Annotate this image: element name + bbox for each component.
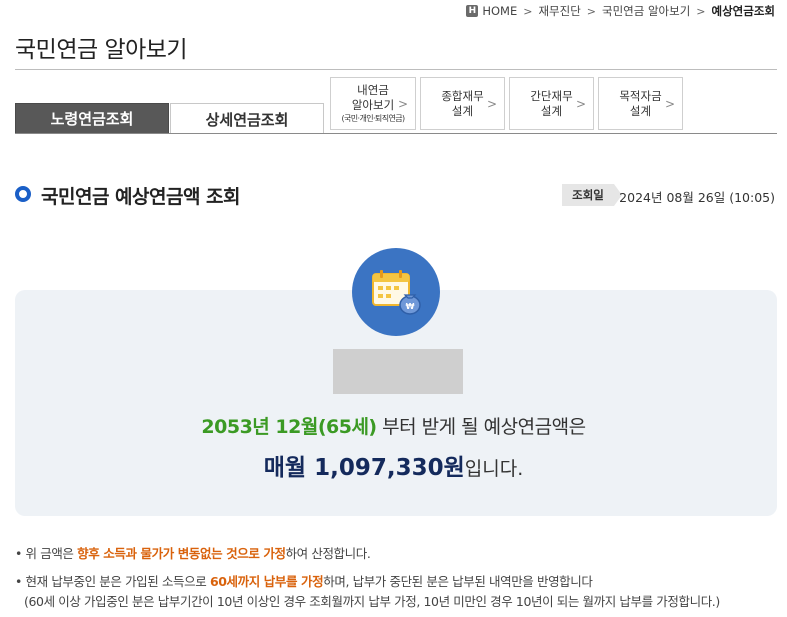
note-1-pre: 위 금액은 — [21, 546, 78, 561]
note-2-post: 하며, 납부가 중단된 분은 납부된 내역만을 반영합니다 — [323, 574, 593, 589]
title-divider — [15, 69, 777, 70]
chevron-right-icon: > — [664, 96, 675, 111]
simple-finance-line2: 설계 — [540, 103, 563, 118]
pension-amount: 매월 1,097,330원 — [263, 455, 465, 481]
my-pension-button-line1: 내연금 — [357, 83, 389, 97]
date-label: 조회일 — [562, 184, 622, 206]
tabs-divider — [15, 133, 777, 134]
my-pension-button-line2: 알아보기 — [351, 98, 395, 112]
goal-fund-button[interactable]: 목적자금 설계 > — [598, 77, 683, 130]
tab-old-age-pension[interactable]: 노령연금조회 — [15, 103, 169, 134]
chevron-right-icon: > — [523, 4, 533, 18]
comprehensive-finance-line1: 종합재무 — [441, 88, 484, 103]
svg-text:₩: ₩ — [406, 302, 415, 311]
simple-finance-button[interactable]: 간단재무 설계 > — [509, 77, 594, 130]
chevron-right-icon: > — [397, 96, 408, 111]
pension-start-rest: 부터 받게 될 예상연금액은 — [376, 416, 586, 438]
pension-start-date: 2053년 12월(65세) — [201, 416, 377, 438]
simple-finance-line1: 간단재무 — [530, 88, 573, 103]
note-assumption: • 위 금액은 향후 소득과 물가가 변동없는 것으로 가정하여 산정합니다. — [15, 543, 371, 562]
note-payment: • 현재 납부중인 분은 가입된 소득으로 60세까지 납부를 가정하며, 납부… — [15, 571, 593, 590]
breadcrumb-home[interactable]: HOME — [482, 4, 517, 18]
pension-amount-text: 매월 1,097,330원입니다. — [0, 448, 787, 482]
bullet-icon: • — [15, 574, 22, 589]
note-2-pre: 현재 납부중인 분은 가입된 소득으로 — [21, 574, 210, 589]
pension-start-text: 2053년 12월(65세) 부터 받게 될 예상연금액은 — [0, 412, 787, 439]
comprehensive-finance-button[interactable]: 종합재무 설계 > — [420, 77, 505, 130]
breadcrumb-item-pension[interactable]: 국민연금 알아보기 — [602, 3, 690, 19]
bullet-icon: • — [15, 546, 22, 561]
page-title: 국민연금 알아보기 — [15, 37, 188, 63]
my-pension-button[interactable]: 내연금 알아보기 (국민·개인·퇴직연금) > — [330, 77, 416, 130]
date-value: 2024년 08월 26일 (10:05) — [619, 190, 775, 205]
goal-fund-line2: 설계 — [629, 103, 652, 118]
calendar-money-icon: ₩ — [352, 248, 440, 336]
chevron-right-icon: > — [586, 4, 596, 18]
my-pension-button-sub: (국민·개인·퇴직연금) — [341, 114, 405, 123]
breadcrumb: H HOME > 재무진단 > 국민연금 알아보기 > 예상연금조회 — [466, 2, 775, 20]
comprehensive-finance-line2: 설계 — [451, 103, 474, 118]
tab-detailed-pension[interactable]: 상세연금조회 — [170, 103, 324, 134]
goal-fund-line1: 목적자금 — [619, 88, 662, 103]
note-2-highlight: 60세까지 납부를 가정 — [209, 574, 324, 589]
breadcrumb-current: 예상연금조회 — [711, 4, 775, 18]
chevron-right-icon: > — [486, 96, 497, 111]
chevron-right-icon: > — [696, 4, 706, 18]
home-icon[interactable]: H — [466, 5, 479, 17]
circle-bullet-icon — [15, 186, 31, 202]
note-1-highlight: 향후 소득과 물가가 변동없는 것으로 가정 — [77, 546, 286, 561]
pension-amount-rest: 입니다. — [464, 458, 524, 480]
note-over-60: (60세 이상 가입중인 분은 납부기간이 10년 이상인 경우 조회월까지 납… — [24, 594, 720, 609]
masked-user-name — [333, 349, 463, 394]
section-title: 국민연금 예상연금액 조회 — [41, 186, 241, 208]
chevron-right-icon: > — [575, 96, 586, 111]
breadcrumb-item-finance[interactable]: 재무진단 — [538, 3, 580, 19]
note-1-post: 하여 산정합니다. — [285, 546, 371, 561]
